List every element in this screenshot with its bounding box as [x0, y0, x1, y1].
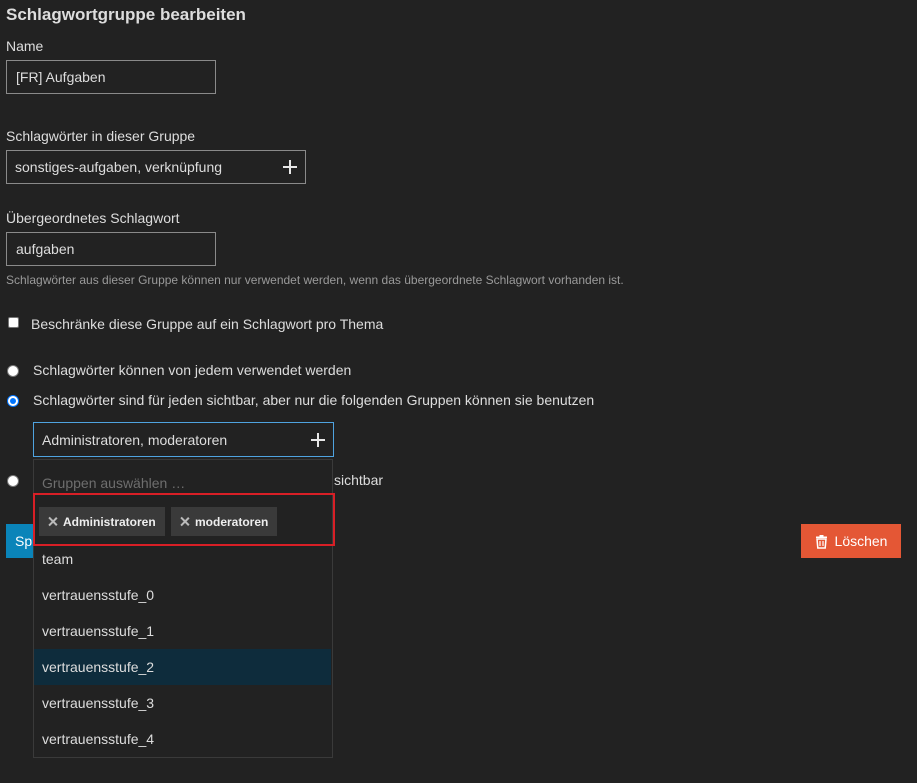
radio-everyone[interactable]	[7, 365, 19, 377]
parent-tag-label: Übergeordnetes Schlagwort	[6, 210, 180, 226]
group-option-label: team	[42, 551, 74, 567]
parent-tag-input[interactable]: aufgaben	[6, 232, 216, 266]
delete-button[interactable]: Löschen	[801, 524, 901, 558]
page-title: Schlagwortgruppe bearbeiten	[6, 5, 246, 24]
plus-icon	[311, 432, 325, 447]
save-button-label: Sp	[15, 533, 33, 549]
group-option[interactable]: team	[34, 541, 331, 577]
trash-icon	[815, 534, 827, 549]
radio-visible-groups-label: Schlagwörter sind für jeden sichtbar, ab…	[33, 392, 595, 408]
group-option-highlighted[interactable]: vertrauensstufe_2	[34, 649, 331, 685]
radio-hidden-label: sichtbar	[334, 472, 384, 488]
group-option-label: vertrauensstufe_4	[42, 731, 155, 747]
group-option[interactable]: vertrauensstufe_3	[34, 685, 331, 721]
tags-chooser[interactable]: sonstiges-aufgaben, verknüpfung	[6, 150, 306, 184]
radio-hidden[interactable]	[7, 475, 19, 487]
parent-tag-value: aufgaben	[16, 241, 75, 257]
tags-chooser-value: sonstiges-aufgaben, verknüpfung	[15, 159, 223, 175]
name-input-value: [FR] Aufgaben	[16, 69, 106, 85]
name-input[interactable]: [FR] Aufgaben	[6, 60, 216, 94]
radio-everyone-label: Schlagwörter können von jedem verwendet …	[33, 362, 352, 378]
one-per-topic-checkbox[interactable]	[8, 317, 19, 328]
group-option[interactable]: vertrauensstufe_4	[34, 721, 331, 757]
one-per-topic-label: Beschränke diese Gruppe auf ein Schlagwo…	[31, 316, 384, 332]
group-option-label: vertrauensstufe_0	[42, 587, 155, 603]
group-option[interactable]: vertrauensstufe_0	[34, 577, 331, 613]
delete-button-label: Löschen	[834, 533, 888, 549]
group-option[interactable]: vertrauensstufe_1	[34, 613, 331, 649]
group-option-label: vertrauensstufe_3	[42, 695, 155, 711]
tags-label: Schlagwörter in dieser Gruppe	[6, 128, 196, 144]
name-label: Name	[6, 38, 44, 54]
parent-tag-hint: Schlagwörter aus dieser Gruppe können nu…	[6, 273, 624, 287]
plus-icon	[283, 160, 297, 174]
group-option-label: vertrauensstufe_1	[42, 623, 155, 639]
group-option-label: vertrauensstufe_2	[42, 659, 155, 675]
groups-filter-input[interactable]: Gruppen auswählen …	[42, 475, 185, 491]
radio-visible-groups[interactable]	[7, 395, 19, 407]
annotation-highlight-box	[33, 493, 335, 546]
groups-chooser[interactable]: Administratoren, moderatoren	[33, 422, 334, 457]
groups-chooser-value: Administratoren, moderatoren	[42, 431, 228, 448]
